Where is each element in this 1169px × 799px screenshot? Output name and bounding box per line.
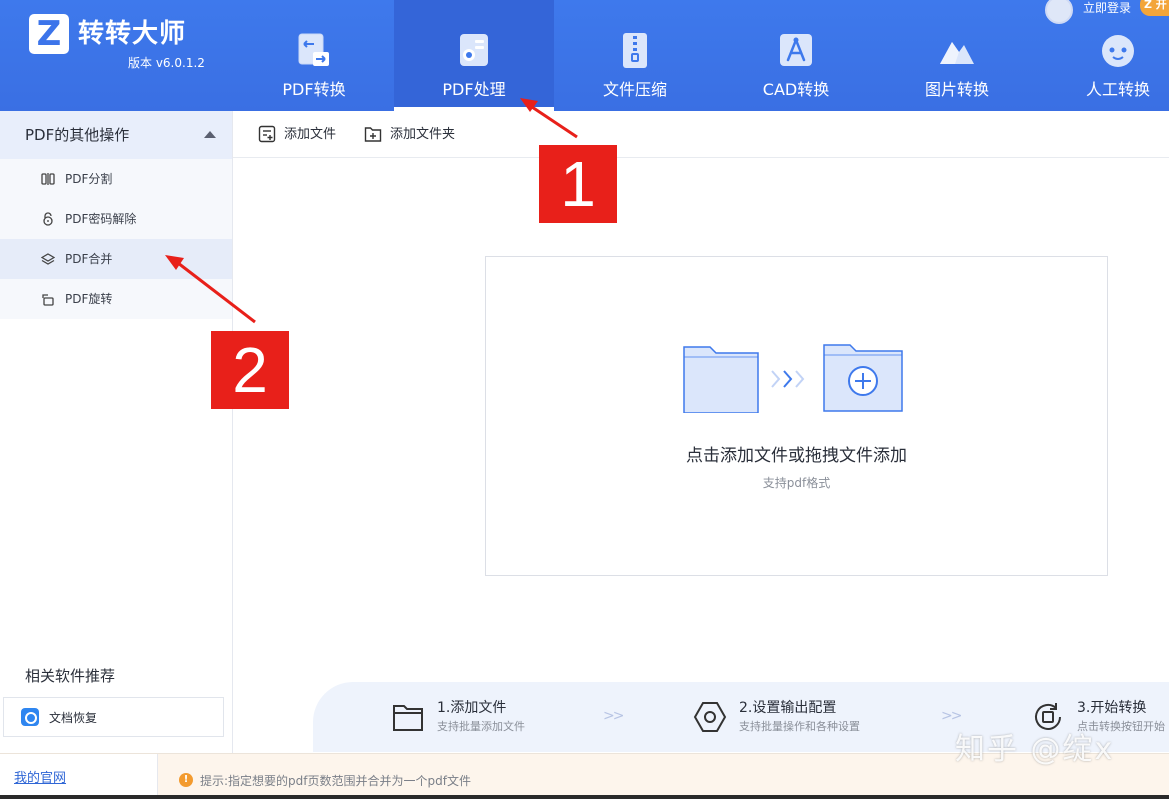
official-site-link[interactable]: 我的官网 bbox=[14, 771, 66, 787]
nav-label: PDF转换 bbox=[282, 80, 346, 99]
sidebar-item-label: PDF旋转 bbox=[65, 292, 113, 306]
add-folder-label: 添加文件夹 bbox=[390, 127, 456, 142]
image-icon bbox=[940, 42, 974, 64]
sidebar-item-pdf-rotate[interactable]: PDF旋转 bbox=[0, 279, 232, 319]
sidebar-item-pdf-unlock[interactable]: PDF密码解除 bbox=[0, 199, 232, 239]
nav-label: PDF处理 bbox=[442, 80, 506, 99]
folder-step-icon bbox=[393, 705, 423, 731]
drop-zone-format-hint: 支持pdf格式 bbox=[762, 476, 831, 490]
sidebar: PDF的其他操作 PDF分割 PDF密码解除 PDF合并 PDF旋转 相关软件推… bbox=[0, 111, 233, 753]
add-file-icon bbox=[258, 125, 276, 143]
step-title: 1.添加文件 bbox=[437, 700, 507, 716]
login-link[interactable]: 立即登录 bbox=[1083, 0, 1131, 16]
callout-number-2: 2 bbox=[211, 331, 289, 409]
step-arrow-icon: >> bbox=[941, 708, 963, 724]
add-file-label: 添加文件 bbox=[284, 127, 337, 142]
nav-image-convert[interactable]: 图片转换 bbox=[877, 0, 1037, 111]
sidebar-section-title: PDF的其他操作 bbox=[25, 126, 130, 144]
collapse-caret-icon[interactable] bbox=[204, 131, 216, 138]
app-header: Z 转转大师 版本 v6.0.1.2 PDF转换 PDF处理 文件压缩 CAD转… bbox=[0, 0, 1169, 111]
nav-pdf-convert[interactable]: PDF转换 bbox=[234, 0, 394, 111]
split-icon bbox=[41, 173, 55, 185]
step-title: 3.开始转换 bbox=[1077, 700, 1147, 716]
settings-step-icon bbox=[693, 702, 727, 732]
status-tip: 提示:指定想要的pdf页数范围并合并为一个pdf文件 bbox=[200, 774, 471, 788]
step-subtitle: 支持批量操作和各种设置 bbox=[739, 720, 860, 733]
official-site-link-area: 我的官网 bbox=[0, 754, 158, 796]
app-name: 转转大师 bbox=[78, 19, 187, 49]
related-item-doc-recovery[interactable]: 文档恢复 bbox=[3, 697, 224, 737]
layers-icon bbox=[41, 253, 55, 265]
unlock-icon bbox=[43, 212, 53, 226]
add-folder-icon bbox=[364, 127, 382, 142]
app-version: 版本 v6.0.1.2 bbox=[128, 56, 205, 70]
zip-icon bbox=[623, 33, 647, 68]
sidebar-section-header[interactable]: PDF的其他操作 bbox=[0, 111, 232, 159]
related-item-label: 文档恢复 bbox=[49, 711, 98, 725]
step-title: 2.设置输出配置 bbox=[739, 700, 837, 716]
step-subtitle: 支持批量添加文件 bbox=[437, 720, 525, 733]
window-bottom-edge bbox=[0, 795, 1169, 799]
nav-label: 人工转换 bbox=[1085, 80, 1150, 99]
add-file-button[interactable]: 添加文件 bbox=[258, 124, 348, 146]
nav-file-compress[interactable]: 文件压缩 bbox=[555, 0, 715, 111]
watermark: 知乎 @绽x bbox=[955, 732, 1115, 767]
pdf-convert-icon bbox=[298, 33, 329, 66]
nav-label: CAD转换 bbox=[762, 80, 830, 99]
sidebar-item-label: PDF密码解除 bbox=[65, 212, 137, 226]
sidebar-item-label: PDF合并 bbox=[65, 252, 113, 266]
callout-number-1: 1 bbox=[539, 145, 617, 223]
warning-icon: ! bbox=[179, 773, 193, 787]
sidebar-list: PDF分割 PDF密码解除 PDF合并 PDF旋转 bbox=[0, 159, 232, 319]
toolbar: 添加文件 添加文件夹 bbox=[233, 111, 1169, 158]
step-arrow-icon: >> bbox=[603, 708, 625, 724]
sidebar-item-pdf-merge[interactable]: PDF合并 bbox=[0, 239, 232, 279]
recovery-icon bbox=[21, 708, 39, 726]
drop-zone-prompt: 点击添加文件或拖拽文件添加 bbox=[686, 446, 907, 466]
add-folder-button[interactable]: 添加文件夹 bbox=[364, 124, 474, 146]
convert-step-icon bbox=[1035, 703, 1061, 730]
pdf-process-icon bbox=[460, 34, 488, 66]
nav-pdf-process[interactable]: PDF处理 bbox=[394, 0, 554, 111]
rotate-icon bbox=[42, 294, 54, 306]
cad-icon bbox=[780, 34, 812, 66]
app-logo: Z bbox=[29, 14, 69, 54]
sidebar-item-label: PDF分割 bbox=[65, 172, 113, 186]
logo-letter: Z bbox=[36, 14, 62, 54]
related-software-title: 相关软件推荐 bbox=[25, 667, 116, 685]
file-drop-zone[interactable]: 点击添加文件或拖拽文件添加 支持pdf格式 bbox=[485, 256, 1108, 576]
nav-cad-convert[interactable]: CAD转换 bbox=[716, 0, 876, 111]
nav-label: 图片转换 bbox=[924, 80, 989, 99]
robot-icon bbox=[1102, 35, 1134, 67]
promo-badge[interactable]: Z 开 bbox=[1140, 0, 1169, 16]
sidebar-item-pdf-split[interactable]: PDF分割 bbox=[0, 159, 232, 199]
nav-label: 文件压缩 bbox=[602, 80, 667, 99]
folder-to-folder-icon bbox=[683, 344, 903, 413]
